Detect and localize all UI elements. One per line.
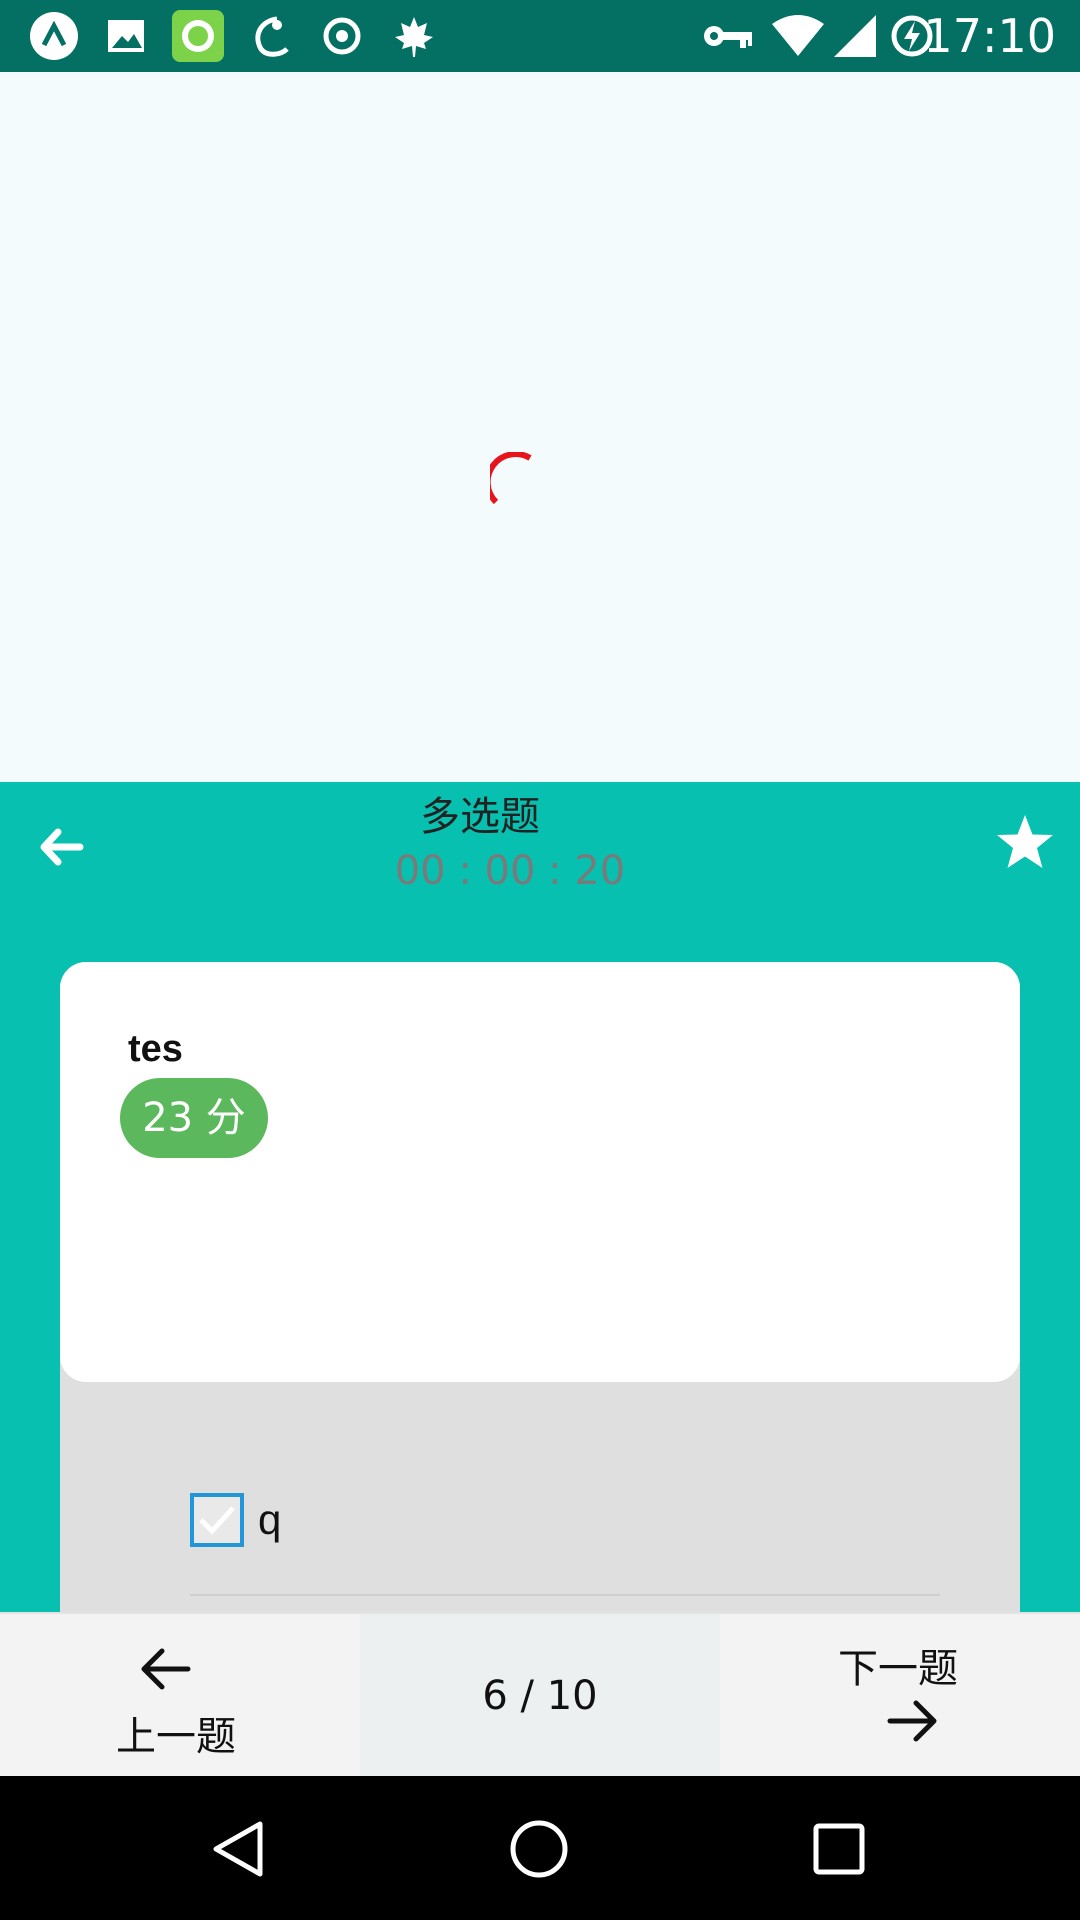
option-item[interactable]: q [190, 1490, 281, 1550]
star-icon [997, 815, 1053, 868]
system-navigation-bar [0, 1776, 1080, 1920]
recents-nav-icon[interactable] [806, 1816, 872, 1882]
image-icon [102, 12, 150, 60]
target-icon [318, 12, 366, 60]
arrow-right-icon [887, 1700, 937, 1742]
previous-question-button[interactable]: 上一题 [0, 1614, 360, 1778]
maple-leaf-icon [390, 12, 438, 60]
option-divider [190, 1594, 940, 1596]
current-question-number: 6 [482, 1673, 508, 1719]
next-question-label: 下一题 [838, 1646, 958, 1692]
page-indicator: 6 / 10 [360, 1614, 720, 1778]
clock: 17:10 [923, 9, 1056, 63]
app-a-icon [30, 12, 78, 60]
question-navigation: 上一题 6 / 10 下一题 [0, 1612, 1080, 1778]
arrow-left-icon [40, 828, 84, 866]
question-section: 多选题 00 : 00 : 20 tes 23 分 q [0, 782, 1080, 1642]
question-text: tes [128, 1028, 183, 1070]
next-question-button[interactable]: 下一题 [720, 1614, 1080, 1778]
score-badge: 23 分 [120, 1078, 268, 1158]
question-card: tes 23 分 [60, 962, 1020, 1382]
option-label: q [258, 1496, 282, 1543]
green-app-icon [172, 10, 224, 62]
check-icon [199, 1506, 235, 1535]
arrow-left-icon [141, 1648, 191, 1690]
question-type-title: 多选题 [420, 794, 540, 840]
page-separator: / [520, 1673, 535, 1719]
status-bar: 17:10 [0, 0, 1080, 72]
back-nav-icon[interactable] [206, 1816, 272, 1882]
favorite-button[interactable] [994, 812, 1056, 874]
cat-app-icon [246, 12, 294, 60]
option-checkbox[interactable] [190, 1493, 244, 1547]
home-nav-icon[interactable] [506, 1816, 572, 1882]
previous-question-label: 上一题 [116, 1714, 236, 1760]
total-question-count: 10 [546, 1673, 598, 1719]
back-button[interactable] [36, 822, 86, 872]
elapsed-timer: 00 : 00 : 20 [394, 848, 626, 894]
signal-icon [830, 12, 880, 60]
wifi-icon [770, 12, 826, 60]
content-loading-area [0, 72, 1080, 782]
loading-spinner [490, 452, 532, 505]
vpn-key-icon [702, 12, 754, 60]
